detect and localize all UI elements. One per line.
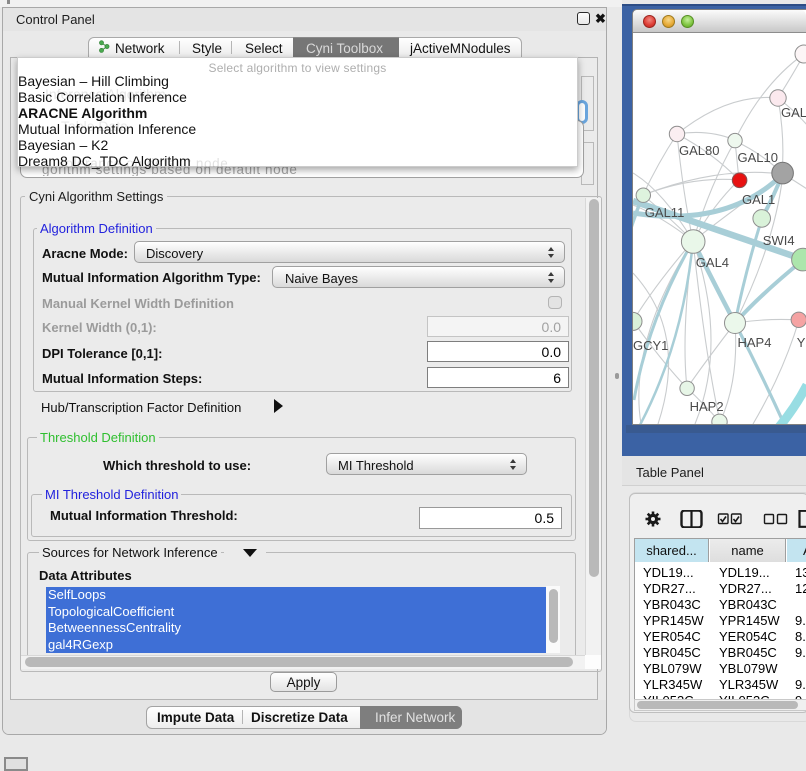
svg-text:Y: Y: [797, 335, 806, 350]
svg-text:HAP2: HAP2: [690, 399, 724, 414]
svg-text:GAL1: GAL1: [742, 192, 775, 207]
svg-text:GCY1: GCY1: [633, 338, 668, 353]
svg-text:GAL4: GAL4: [696, 255, 729, 270]
svg-text:GAL11: GAL11: [645, 205, 685, 220]
svg-text:SWI4: SWI4: [763, 233, 795, 248]
svg-text:GAL10: GAL10: [738, 150, 778, 165]
svg-text:GAL2: GAL2: [781, 105, 806, 120]
svg-text:HAP4: HAP4: [738, 335, 772, 350]
svg-text:GAL80: GAL80: [679, 143, 719, 158]
